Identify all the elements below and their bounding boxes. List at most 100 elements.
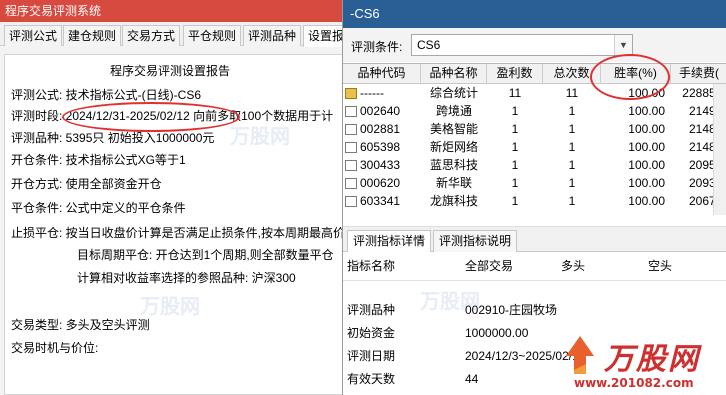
cell-text: 300433 [360,158,401,172]
cell-profit: 1 [487,174,543,192]
col-total[interactable]: 总次数 [543,64,601,84]
detail-row-days-value: 44 [465,372,479,386]
settings-tab-bar: 评测公式 建仓规则 交易方式 平仓规则 评测品种 设置报 [0,22,350,47]
stock-icon [345,142,357,153]
table-row[interactable]: 300433 蓝思科技 1 1 100.00 2095. [343,156,726,174]
table-row[interactable]: 002640 跨境通 1 1 100.00 2149. [343,102,726,120]
cell-text: 综合统计 [429,86,478,100]
cell-code: 000620 [345,174,421,192]
table-row[interactable]: 002881 美格智能 1 1 100.00 2148. [343,120,726,138]
table-scrollbar[interactable] [713,84,726,215]
tab-stock-pool[interactable]: 评测品种 [243,25,302,46]
cell-code: 605398 [345,138,421,156]
cell-name: 蓝思科技 [421,156,487,174]
detail-tab-bar: 评测指标详情 评测指标说明 [343,226,726,253]
table-row[interactable]: ------ 综合统计 11 11 100.00 22885. [343,84,726,102]
cell-total: 1 [543,138,601,156]
cell-name: 新华联 [421,174,487,192]
cell-text: 1 [568,122,576,136]
cell-text: 1 [568,158,576,172]
report-line-benchmark: 计算相对收益率选择的参照品种: 沪深300 [77,271,296,285]
detail-row-stock-label: 评测品种 [347,303,396,317]
cell-profit: 1 [487,192,543,210]
col-fee[interactable]: 手续费( [671,64,726,84]
cell-text: 1 [568,140,576,154]
col-code[interactable]: 品种代码 [343,64,421,84]
chevron-down-icon[interactable]: ▼ [614,35,632,55]
evaluation-system-window: 程序交易评测系统 评测公式 建仓规则 交易方式 平仓规则 评测品种 设置报 程序… [0,0,350,395]
tab-metric-details[interactable]: 评测指标详情 [347,230,432,253]
cell-name: 综合统计 [421,84,487,102]
cell-text: 603341 [360,194,401,208]
cell-win-rate: 100.00 [601,102,665,120]
cell-text: 1 [568,104,576,118]
cell-text: 1 [511,194,519,208]
cell-text: 1 [511,140,519,154]
col-name[interactable]: 品种名称 [421,64,487,84]
detail-head-short: 空头 [648,259,673,273]
col-win-rate[interactable]: 胜率(%) [601,64,671,84]
cell-text: 100.00 [628,122,665,136]
stock-icon [345,160,357,171]
cell-text: 100.00 [628,86,665,100]
report-line-stop-loss: 止损平仓: 按当日收盘价计算是否满足止损条件,按本周期最高价 [11,226,346,240]
cell-text: 龙旗科技 [429,194,478,208]
cell-text: 1 [568,194,576,208]
cell-fee: 22885. [671,84,719,102]
tab-formula[interactable]: 评测公式 [4,25,63,46]
cell-win-rate: 100.00 [601,192,665,210]
cell-text: 1 [511,176,519,190]
table-row[interactable]: 605398 新炬网络 1 1 100.00 2148. [343,138,726,156]
cell-text: 11 [565,86,579,100]
cell-text: 605398 [360,140,401,154]
cell-win-rate: 100.00 [601,84,665,102]
table-row[interactable]: 000620 新华联 1 1 100.00 2093. [343,174,726,192]
cell-win-rate: 100.00 [601,138,665,156]
cell-win-rate: 100.00 [601,174,665,192]
cell-text: 000620 [360,176,401,190]
cell-total: 1 [543,174,601,192]
table-row[interactable]: 603341 龙旗科技 1 1 100.00 2067. [343,192,726,210]
condition-dropdown[interactable]: CS6 ▼ [411,34,633,56]
col-profit[interactable]: 盈利数 [487,64,543,84]
cell-total: 1 [543,120,601,138]
cell-fee: 2067. [671,192,719,210]
report-line-period: 评测时段: 2024/12/31-2025/02/12 向前多取100个数据用于… [11,109,334,123]
cell-text: 1 [568,176,576,190]
cell-name: 龙旗科技 [421,192,487,210]
condition-label: 评测条件: [351,40,403,54]
cell-text: 100.00 [628,158,665,172]
tab-trade-mode[interactable]: 交易方式 [122,25,181,46]
cell-text: 100.00 [628,194,665,208]
result-table: 品种代码 品种名称 盈利数 总次数 胜率(%) 手续费( ------ 综合统计 1… [343,63,726,215]
divider [343,280,726,281]
tab-open-rules[interactable]: 建仓规则 [63,25,122,46]
result-window-title: -CS6 [343,0,726,28]
tab-close-rules[interactable]: 平仓规则 [183,25,242,46]
cell-text: 新华联 [435,176,472,190]
cell-text: 美格智能 [429,122,478,136]
detail-row-capital-value: 1000000.00 [465,326,529,340]
detail-row-date-label: 评测日期 [347,349,396,363]
settings-report-panel: 程序交易评测设置报告 评测公式: 技术指标公式-(日线)-CS6 评测时段: 2… [4,54,350,395]
cell-fee: 2095. [671,156,719,174]
cell-total: 1 [543,102,601,120]
cell-win-rate: 100.00 [601,120,665,138]
cell-total: 1 [543,192,601,210]
detail-head-all: 全部交易 [465,259,514,273]
cell-text: 蓝思科技 [429,158,478,172]
cell-total: 11 [543,84,601,102]
cell-text: 100.00 [628,140,665,154]
stock-icon [345,196,357,207]
detail-row-stock-value: 002910-庄园牧场 [465,303,558,317]
detail-row-capital-label: 初始资金 [347,326,396,340]
cell-name: 新炬网络 [421,138,487,156]
detail-head-long: 多头 [561,259,586,273]
cell-total: 1 [543,156,601,174]
cell-fee: 2148. [671,120,719,138]
cell-profit: 1 [487,102,543,120]
tab-metric-explanation[interactable]: 评测指标说明 [433,230,518,252]
report-title: 程序交易评测设置报告 [109,64,230,78]
cell-text: 100.00 [628,104,665,118]
cell-profit: 1 [487,138,543,156]
